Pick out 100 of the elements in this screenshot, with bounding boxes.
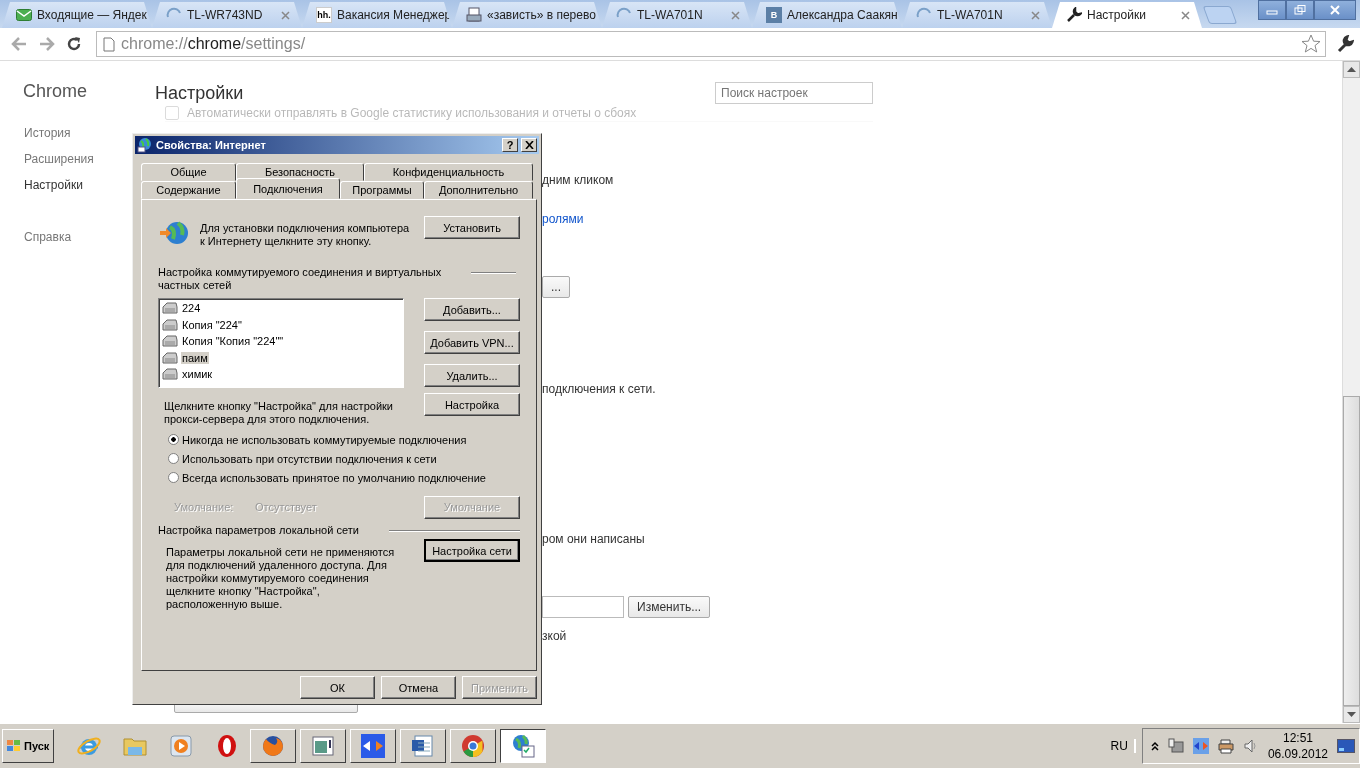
link[interactable]: ролями [542, 211, 584, 227]
tab[interactable]: Программы [340, 181, 424, 199]
connection-item[interactable]: паим [181, 351, 209, 364]
scrollbar[interactable] [1342, 61, 1360, 723]
wrench-icon[interactable] [1336, 35, 1354, 53]
default-value: Отсутствует [255, 501, 318, 513]
back-icon[interactable] [10, 36, 28, 52]
button[interactable]: ... [542, 276, 570, 298]
modem-icon [162, 367, 178, 382]
button[interactable]: Добавить VPN... [424, 331, 520, 354]
close-icon[interactable] [731, 10, 740, 20]
forward-icon[interactable] [38, 36, 56, 52]
checkbox[interactable] [165, 106, 179, 120]
close-icon [1329, 5, 1341, 15]
wrench-icon [1066, 7, 1082, 23]
star-icon[interactable] [1301, 34, 1321, 54]
setting-text: зкой [542, 628, 567, 644]
browser-tab[interactable]: hh. Вакансия Менеджер [302, 2, 452, 28]
browser-tab[interactable]: Настройки [1052, 2, 1202, 28]
browser-tab[interactable]: TL-WA701N [902, 2, 1052, 28]
network-icon[interactable] [1167, 738, 1184, 754]
lan-settings-button[interactable]: Настройка сети [424, 539, 520, 562]
window-icon [310, 733, 336, 759]
tab-title: Александра Саакян [787, 8, 898, 22]
reload-icon[interactable] [66, 36, 82, 52]
scroll-down-button[interactable] [1343, 706, 1360, 723]
clock-time[interactable]: 12:51 [1282, 730, 1313, 746]
taskbar-button[interactable] [500, 729, 546, 763]
radio-button[interactable] [168, 434, 179, 445]
button[interactable]: ОК [300, 676, 375, 699]
browser-tab[interactable]: B Александра Саакян [752, 2, 902, 28]
modem-icon [162, 317, 178, 332]
show-desktop-icon[interactable] [1337, 739, 1355, 753]
radio-label[interactable]: Никогда не использовать коммутируемые подключения [182, 433, 467, 446]
setting-text: подключения к сети. [542, 381, 656, 397]
chrome-icon [460, 733, 486, 759]
start-button[interactable]: Пуск [2, 729, 54, 763]
scroll-up-button[interactable] [1343, 61, 1360, 78]
browser-tab[interactable]: Входящие — Яндек [2, 2, 152, 28]
close-icon[interactable] [281, 10, 290, 20]
tab[interactable]: Подключения [236, 178, 340, 199]
close-icon[interactable] [1031, 10, 1040, 20]
connections-list[interactable]: 224 Копия "224" Копия "Копия "224"" паим химик [158, 298, 404, 388]
chevron-icon[interactable] [1150, 741, 1159, 751]
restore-button[interactable] [1286, 0, 1314, 20]
page-icon [103, 36, 115, 52]
globe-icon [158, 219, 190, 247]
setting-text: дним кликом [542, 172, 614, 188]
close-icon[interactable] [1181, 10, 1190, 20]
browser-tab[interactable]: «зависть» в перево [452, 2, 602, 28]
close-icon [524, 141, 534, 149]
connection-item[interactable]: 224 [181, 302, 202, 315]
radio-button[interactable] [168, 472, 179, 483]
setup-button[interactable]: Установить [424, 216, 520, 239]
tab-title: TL-WA701N [937, 8, 1004, 22]
connection-item[interactable]: химик [181, 368, 214, 381]
minimize-button[interactable] [1258, 0, 1286, 20]
printer-icon[interactable] [1217, 738, 1234, 754]
tab-title: Настройки [1087, 8, 1147, 22]
windows-logo-icon [6, 739, 22, 753]
envelope-icon [16, 7, 32, 23]
media-player-icon[interactable] [168, 733, 194, 759]
text-field[interactable] [542, 596, 624, 618]
default-label: Умолчание: [173, 501, 235, 513]
tab[interactable]: Дополнительно [424, 181, 533, 199]
help-button[interactable]: ? [502, 138, 518, 152]
instruction-text: Для установки подключения компьютера к Интернету щелкните эту кнопку. [200, 222, 410, 248]
radio-label[interactable]: Использовать при отсутствии подключения к сети [182, 452, 437, 465]
address-bar[interactable]: chrome://chrome/settings/ [96, 31, 1326, 57]
change-button[interactable]: Изменить... [628, 596, 711, 618]
clock-date[interactable]: 06.09.2012 [1267, 746, 1328, 762]
tab-title: TL-WR743ND [187, 8, 264, 22]
tab-title: Входящие — Яндек [37, 8, 147, 22]
browser-tab[interactable]: TL-WR743ND [152, 2, 302, 28]
dialog-title: Свойства: Интернет [156, 139, 267, 151]
settings-button[interactable]: Настройка [424, 393, 520, 416]
option-label: Автоматически отправлять в Google статистику использования и отчеты о сбоях [187, 106, 637, 120]
arrows-icon [360, 733, 386, 759]
section-heading: Настройка параметров локальной сети [158, 524, 359, 537]
connection-item[interactable]: Копия "224" [181, 318, 243, 331]
language-indicator[interactable]: RU [1110, 739, 1136, 753]
site-logo-icon: B [766, 7, 782, 23]
globe-icon [137, 137, 153, 153]
scrollbar-thumb[interactable] [1343, 396, 1360, 706]
speaker-icon[interactable] [1242, 738, 1259, 754]
tab[interactable]: Общие [141, 163, 236, 181]
tab[interactable]: Безопасность [236, 163, 364, 181]
arrows-icon[interactable] [1192, 738, 1209, 754]
button[interactable]: Удалить... [424, 364, 520, 387]
radio-label[interactable]: Всегда использовать принятое по умолчанию подключение [182, 471, 486, 484]
chrome-heading: Chrome [22, 81, 89, 102]
instruction-text: Параметры локальной сети не применяются для подключений удаленного доступа. Для настройки коммутируемого соединения щелкните кнопку "Настройка", расположенную выше. [165, 546, 396, 611]
radio-button[interactable] [168, 453, 179, 464]
tab[interactable]: Конфиденциальность [364, 163, 533, 181]
tab[interactable]: Содержание [141, 181, 236, 199]
button[interactable]: Отмена [381, 676, 456, 699]
search-field[interactable]: Поиск настроек [715, 82, 873, 104]
browser-tab[interactable]: TL-WA701N [602, 2, 752, 28]
connection-item[interactable]: Копия "Копия "224"" [181, 335, 285, 348]
button[interactable]: Добавить... [424, 298, 520, 321]
